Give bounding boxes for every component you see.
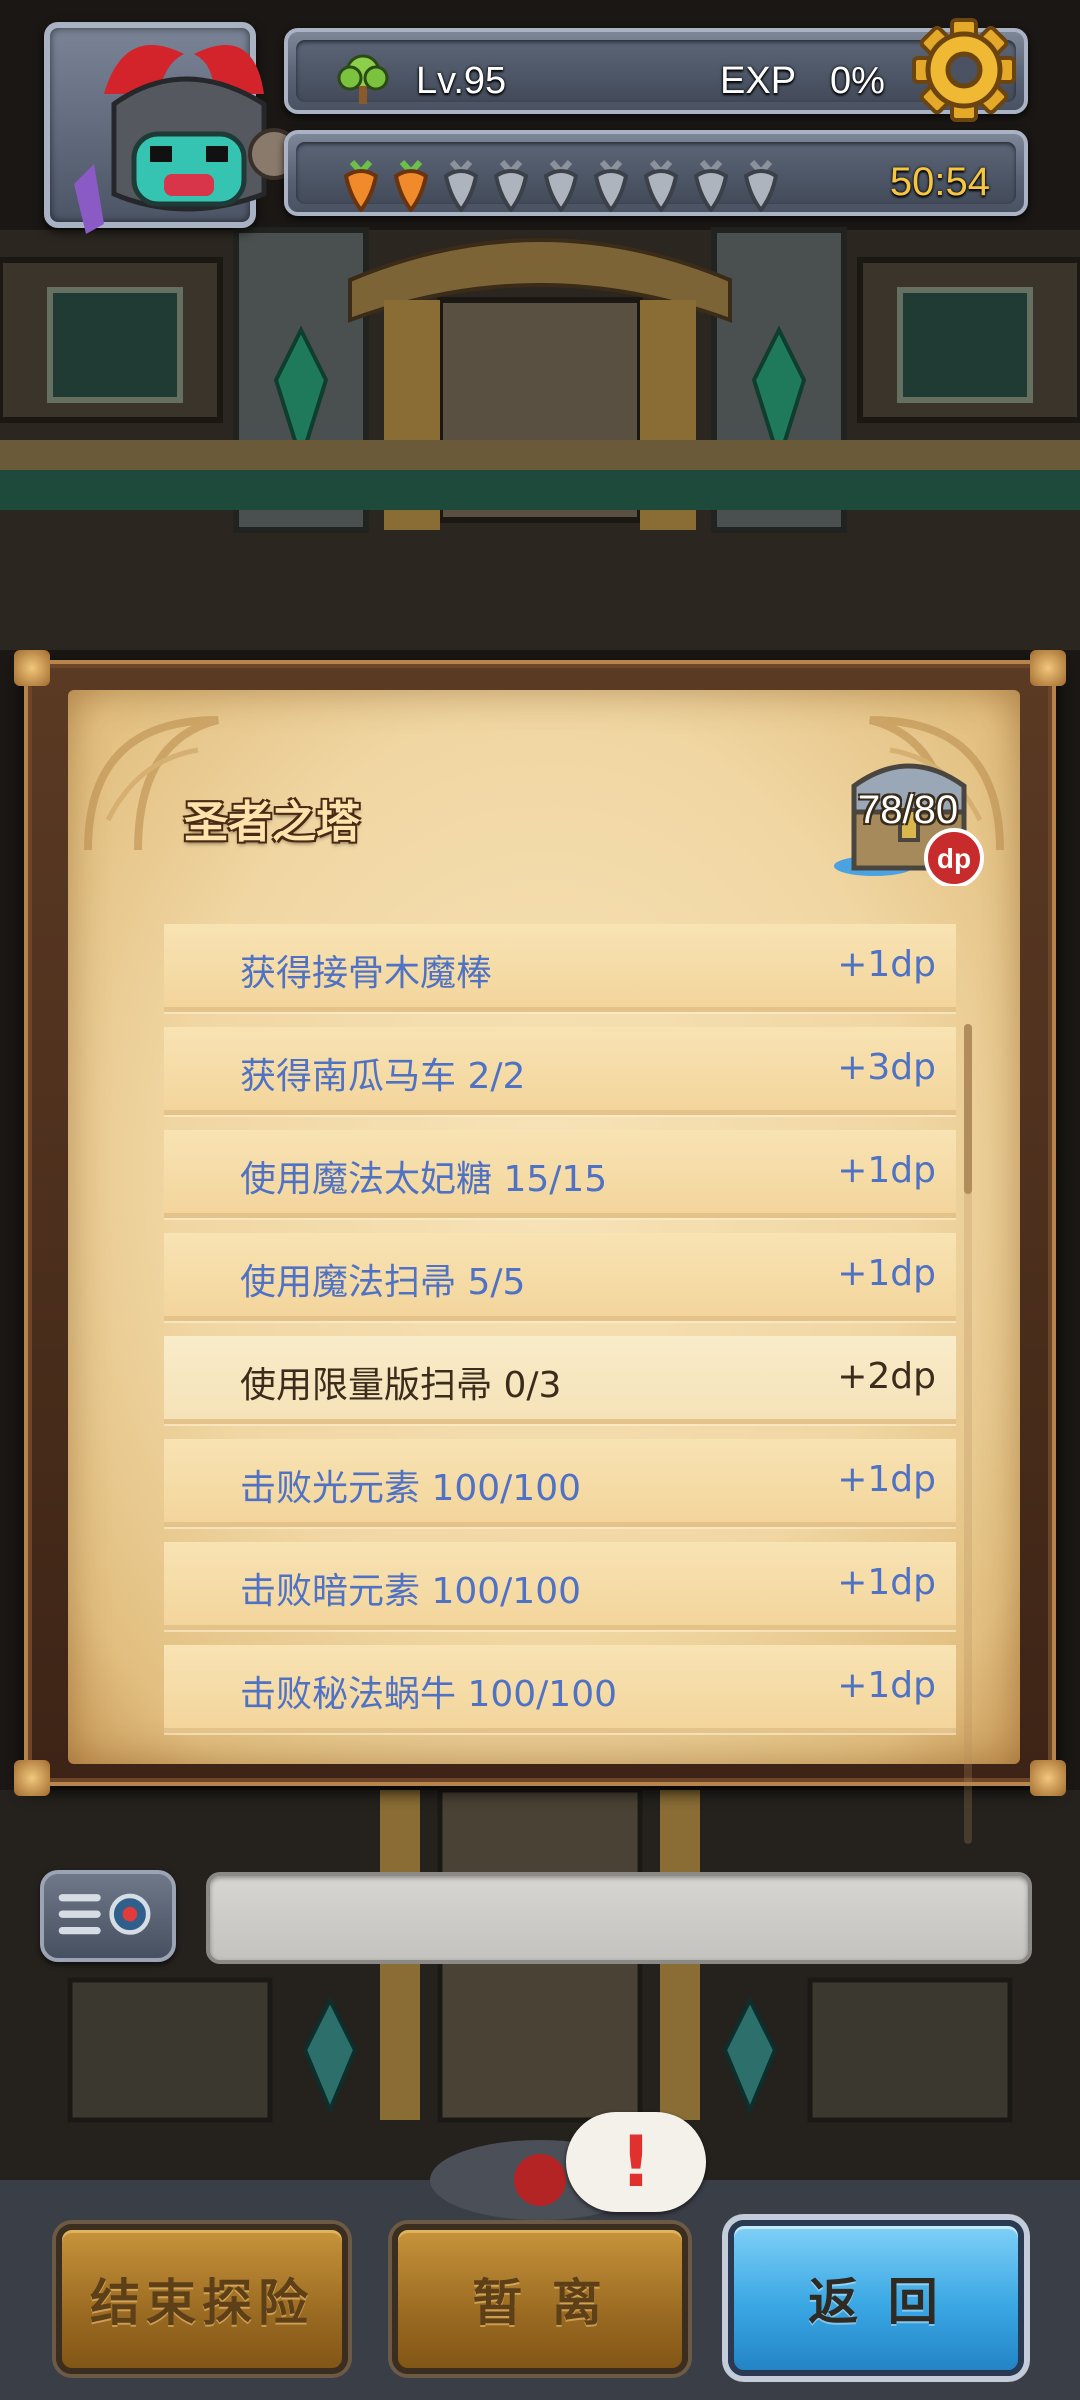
carrot-icon-empty bbox=[743, 159, 779, 212]
chat-channel-button[interactable] bbox=[40, 1870, 176, 1962]
dp-badge-icon: dp bbox=[937, 843, 971, 874]
carrot-icon-empty bbox=[543, 159, 579, 212]
task-name: 获得接骨木魔棒 bbox=[240, 953, 493, 994]
task-row[interactable]: 获得接骨木魔棒 +1dp bbox=[164, 924, 956, 1012]
panel-corner bbox=[14, 650, 50, 686]
panel-corner bbox=[14, 1760, 50, 1796]
energy-timer: 50:54 bbox=[889, 160, 990, 204]
chat-radio-icon bbox=[58, 1893, 151, 1935]
task-row[interactable]: 击败暗元素 100/100 +1dp bbox=[164, 1542, 956, 1630]
task-row[interactable]: 使用限量版扫帚 0/3 +2dp bbox=[164, 1336, 956, 1424]
task-list-scrollbar[interactable] bbox=[964, 1024, 972, 1844]
task-name: 击败光元素 100/100 bbox=[240, 1468, 581, 1509]
exp-value: 0% bbox=[830, 60, 885, 102]
carrot-icon-full bbox=[393, 159, 429, 212]
task-row[interactable]: 使用魔法太妃糖 15/15 +1dp bbox=[164, 1130, 956, 1218]
back-button[interactable]: 返 回 bbox=[728, 2220, 1024, 2376]
energy-bar: 50:54 bbox=[284, 130, 1028, 216]
task-reward: +1dp bbox=[837, 1459, 936, 1500]
quest-panel: 圣者之塔 dp 78/80 获得接骨木魔棒 +1dp 获得南瓜马车 2/2 +3dp 使… bbox=[14, 650, 1066, 1844]
carrot-icon-empty bbox=[493, 159, 529, 212]
task-name: 使用魔法扫帚 5/5 bbox=[240, 1262, 526, 1303]
task-row[interactable]: 获得南瓜马车 2/2 +3dp bbox=[164, 1027, 956, 1115]
task-name: 击败暗元素 100/100 bbox=[240, 1571, 581, 1612]
tree-icon bbox=[337, 54, 389, 104]
task-row[interactable]: 击败秘法蜗牛 100/100 +1dp bbox=[164, 1645, 956, 1733]
task-row[interactable]: 使用魔法扫帚 5/5 +1dp bbox=[164, 1233, 956, 1321]
task-name: 获得南瓜马车 2/2 bbox=[240, 1056, 526, 1097]
task-list[interactable]: 获得接骨木魔棒 +1dp 获得南瓜马车 2/2 +3dp 使用魔法太妃糖 15/15 +1… bbox=[164, 924, 956, 1754]
task-row[interactable]: 击败光元素 100/100 +1dp bbox=[164, 1439, 956, 1527]
chat-input[interactable] bbox=[206, 1872, 1032, 1964]
task-reward: +1dp bbox=[837, 1150, 936, 1191]
task-reward: +3dp bbox=[837, 1047, 936, 1088]
task-reward: +1dp bbox=[837, 1253, 936, 1294]
player-avatar-frame[interactable] bbox=[44, 22, 300, 234]
dp-progress: 78/80 bbox=[858, 788, 959, 832]
scrollbar-thumb[interactable] bbox=[964, 1024, 972, 1194]
task-name: 击败秘法蜗牛 100/100 bbox=[240, 1674, 617, 1715]
parchment-background: 圣者之塔 dp 78/80 获得接骨木魔棒 +1dp 获得南瓜马车 2/2 +3dp 使… bbox=[68, 690, 1020, 1764]
panel-corner bbox=[1030, 1760, 1066, 1796]
task-reward: +1dp bbox=[837, 1665, 936, 1706]
energy-carrots bbox=[336, 152, 856, 212]
panel-title: 圣者之塔 bbox=[184, 797, 360, 848]
panel-corner bbox=[1030, 650, 1066, 686]
alert-icon[interactable]: ! bbox=[566, 2112, 706, 2212]
carrot-icon-full bbox=[343, 159, 379, 212]
gear-icon[interactable] bbox=[908, 14, 1020, 126]
carrot-icon-empty bbox=[443, 159, 479, 212]
end-expedition-button[interactable]: 结束探险 bbox=[56, 2224, 348, 2374]
task-name: 使用限量版扫帚 0/3 bbox=[240, 1365, 562, 1406]
task-reward: +2dp bbox=[837, 1356, 936, 1397]
carrot-icon-empty bbox=[593, 159, 629, 212]
player-avatar bbox=[74, 45, 300, 234]
leave-button[interactable]: 暂 离 bbox=[392, 2224, 688, 2374]
energy-bar-inner: 50:54 bbox=[296, 142, 1016, 212]
carrot-icon-empty bbox=[693, 159, 729, 212]
task-name: 使用魔法太妃糖 15/15 bbox=[240, 1159, 608, 1200]
carrot-icon-empty bbox=[643, 159, 679, 212]
exp-label: EXP bbox=[720, 60, 797, 102]
task-reward: +1dp bbox=[837, 1562, 936, 1603]
task-reward: +1dp bbox=[837, 944, 936, 985]
level-label: Lv.95 bbox=[416, 60, 507, 102]
